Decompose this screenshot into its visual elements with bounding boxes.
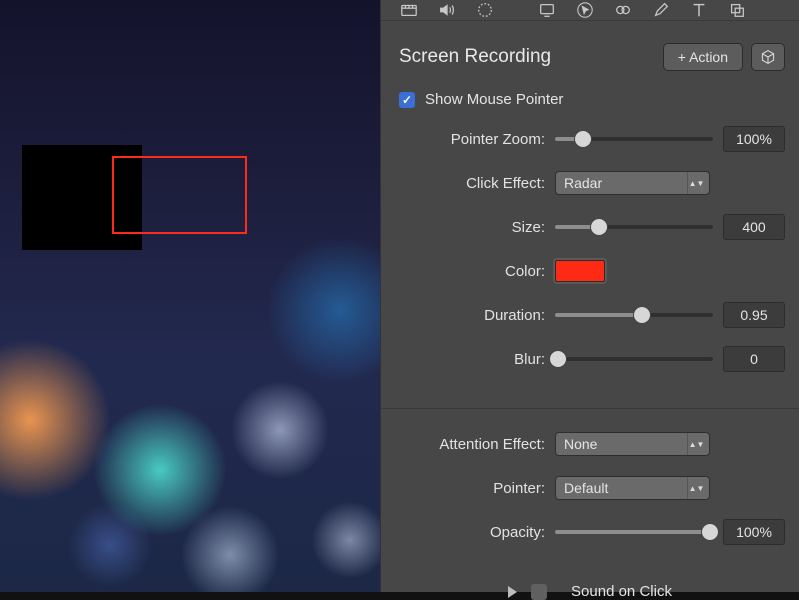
pointer-zoom-label: Pointer Zoom: [395, 131, 555, 148]
click-effect-label: Click Effect: [395, 175, 555, 192]
blur-value[interactable]: 0 [723, 346, 785, 372]
size-value[interactable]: 400 [723, 214, 785, 240]
attention-label: Attention Effect: [395, 436, 555, 453]
controls: Show Mouse Pointer Pointer Zoom: 100% Cl… [381, 85, 799, 600]
video-icon[interactable] [399, 0, 419, 20]
show-pointer-label: Show Mouse Pointer [425, 91, 563, 108]
show-pointer-checkbox[interactable] [399, 92, 415, 108]
pointer-value: Default [564, 480, 608, 496]
cursor-arrow-icon[interactable] [575, 0, 595, 20]
blur-slider[interactable] [555, 349, 713, 369]
link-icon[interactable] [613, 0, 633, 20]
text-icon[interactable] [689, 0, 709, 20]
duration-value[interactable]: 0.95 [723, 302, 785, 328]
color-swatch[interactable] [555, 260, 605, 282]
slider-thumb[interactable] [574, 130, 592, 148]
slider-thumb[interactable] [633, 306, 651, 324]
opacity-label: Opacity: [395, 524, 555, 541]
add-action-button[interactable]: + Action [663, 43, 743, 71]
blur-label: Blur: [395, 351, 555, 368]
opacity-slider[interactable] [555, 522, 713, 542]
pointer-select[interactable]: Default ▲▼ [555, 476, 710, 500]
section-title: Screen Recording [399, 46, 663, 68]
rotate-icon[interactable] [475, 0, 495, 20]
chevron-updown-icon: ▲▼ [687, 172, 705, 194]
canvas-preview[interactable] [0, 0, 380, 592]
chevron-updown-icon: ▲▼ [687, 433, 705, 455]
color-label: Color: [395, 263, 555, 280]
copy-icon[interactable] [727, 0, 747, 20]
attention-select[interactable]: None ▲▼ [555, 432, 710, 456]
pointer-zoom-value[interactable]: 100% [723, 126, 785, 152]
click-effect-select[interactable]: Radar ▲▼ [555, 171, 710, 195]
pointer-zoom-slider[interactable] [555, 129, 713, 149]
red-selection-box[interactable] [112, 156, 247, 234]
pencil-icon[interactable] [651, 0, 671, 20]
chevron-updown-icon: ▲▼ [687, 477, 705, 499]
attention-value: None [564, 436, 597, 452]
click-effect-value: Radar [564, 175, 602, 191]
opacity-value[interactable]: 100% [723, 519, 785, 545]
section-header: Screen Recording + Action [381, 21, 799, 85]
size-slider[interactable] [555, 217, 713, 237]
speaker-icon[interactable] [437, 0, 457, 20]
inspector-panel: Screen Recording + Action Show Mouse Poi… [380, 0, 799, 592]
divider [381, 408, 799, 409]
cube-button[interactable] [751, 43, 785, 71]
tool-row [381, 0, 799, 21]
screen-icon[interactable] [537, 0, 557, 20]
size-label: Size: [395, 219, 555, 236]
pointer-select-label: Pointer: [395, 480, 555, 497]
slider-thumb[interactable] [701, 523, 719, 541]
duration-label: Duration: [395, 307, 555, 324]
slider-thumb[interactable] [590, 218, 608, 236]
slider-thumb[interactable] [549, 350, 567, 368]
duration-slider[interactable] [555, 305, 713, 325]
